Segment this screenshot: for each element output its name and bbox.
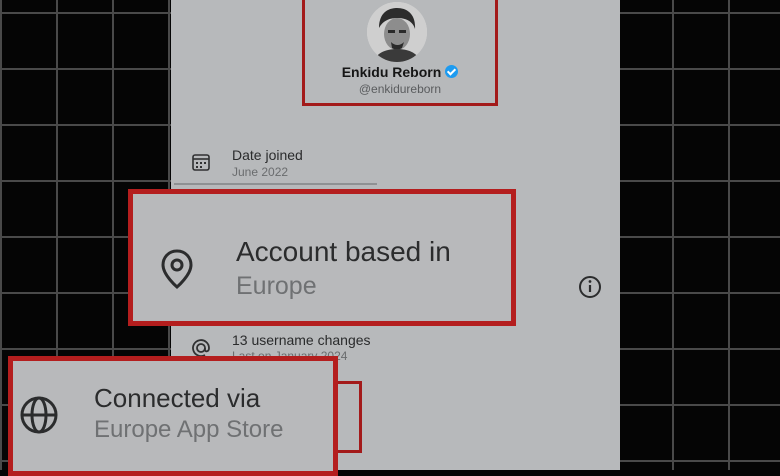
account-based-value: Europe [236,272,317,300]
account-based-label: Account based in [236,236,451,267]
info-icon[interactable] [578,275,602,299]
divider [174,183,377,185]
profile-name-text: Enkidu Reborn [341,64,442,80]
avatar-portrait [367,2,427,62]
profile-name: Enkidu Reborn [310,64,490,80]
connected-via-label: Connected via [94,383,261,413]
verified-badge-icon [445,65,459,78]
date-joined-value: June 2022 [232,165,289,179]
calendar-icon [192,154,210,171]
username-changes-label: 13 username changes [232,332,371,348]
profile-handle: @enkidureborn [358,82,442,96]
globe-icon [20,396,58,434]
avatar[interactable] [367,2,427,62]
connected-via-value: Europe App Store [94,416,284,443]
location-pin-icon [161,249,193,289]
date-joined-label: Date joined [232,147,303,163]
